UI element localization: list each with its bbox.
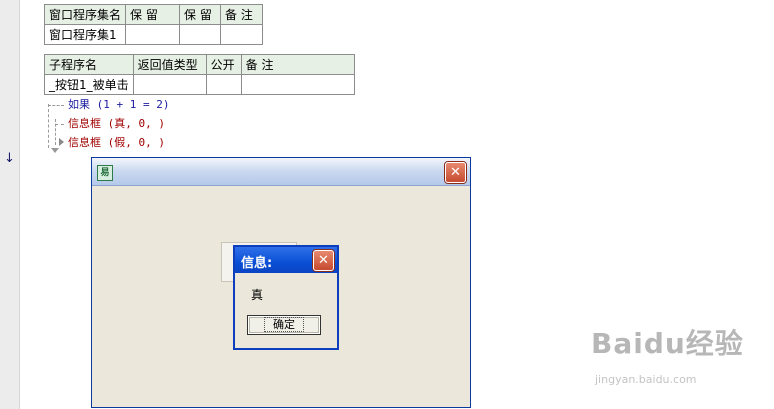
- assembly-name-header: 窗口程序集名: [43, 4, 127, 25]
- baidu-watermark: Baidu经验: [591, 327, 744, 360]
- return-type-header: 返回值类型: [132, 54, 207, 75]
- subroutine-table: 子程序名 返回值类型 公开 备 注 _按钮1_被单击: [44, 54, 355, 95]
- return-type-cell[interactable]: [132, 74, 207, 95]
- tree-branch-line: [55, 124, 64, 125]
- watermark-url: jingyan.baidu.com: [595, 373, 697, 386]
- tree-guide-line: [48, 104, 49, 148]
- reserved-header-1: 保 留: [125, 4, 181, 25]
- assembly-name-cell[interactable]: 窗口程序集1: [43, 24, 127, 45]
- code-line-msgbox-true[interactable]: 信息框 (真, 0, ): [68, 117, 165, 131]
- msgbox-title: 信息:: [241, 256, 273, 271]
- branch-arrow-icon: [59, 138, 64, 146]
- reserved-cell-1[interactable]: [125, 24, 181, 45]
- ok-button[interactable]: 确定: [247, 315, 321, 335]
- assembly-table: 窗口程序集名 保 留 保 留 备 注 窗口程序集1: [43, 4, 264, 45]
- tree-branch-line: [48, 105, 64, 106]
- code-line-if[interactable]: 如果 (1 + 1 = 2): [68, 98, 169, 112]
- tree-guide-line: [55, 119, 56, 145]
- close-button[interactable]: ✕: [445, 162, 466, 183]
- reserved-header-2: 保 留: [179, 4, 222, 25]
- reserved-cell-2[interactable]: [179, 24, 222, 45]
- remark-header: 备 注: [240, 54, 355, 75]
- subroutine-name-header: 子程序名: [44, 54, 134, 75]
- ok-button-label: 确定: [264, 317, 304, 332]
- window-titlebar[interactable]: 易 ✕: [92, 158, 470, 186]
- msgbox-titlebar[interactable]: 信息: ✕: [235, 247, 337, 273]
- msgbox-text: 真: [251, 288, 264, 302]
- public-cell[interactable]: [205, 74, 242, 95]
- remark-cell[interactable]: [220, 24, 264, 45]
- execution-arrow-icon: ↓: [4, 151, 15, 166]
- public-header: 公开: [205, 54, 242, 75]
- remark-cell[interactable]: [240, 74, 355, 95]
- app-icon: 易: [97, 165, 113, 181]
- editor-gutter: [0, 0, 20, 409]
- message-box: 信息: ✕ 真 确定: [233, 245, 339, 350]
- remark-header: 备 注: [220, 4, 264, 25]
- msgbox-close-button[interactable]: ✕: [313, 250, 334, 271]
- code-line-msgbox-false[interactable]: 信息框 (假, 0, ): [68, 136, 165, 150]
- end-marker-icon: [51, 148, 59, 153]
- subroutine-name-cell[interactable]: _按钮1_被单击: [44, 74, 134, 95]
